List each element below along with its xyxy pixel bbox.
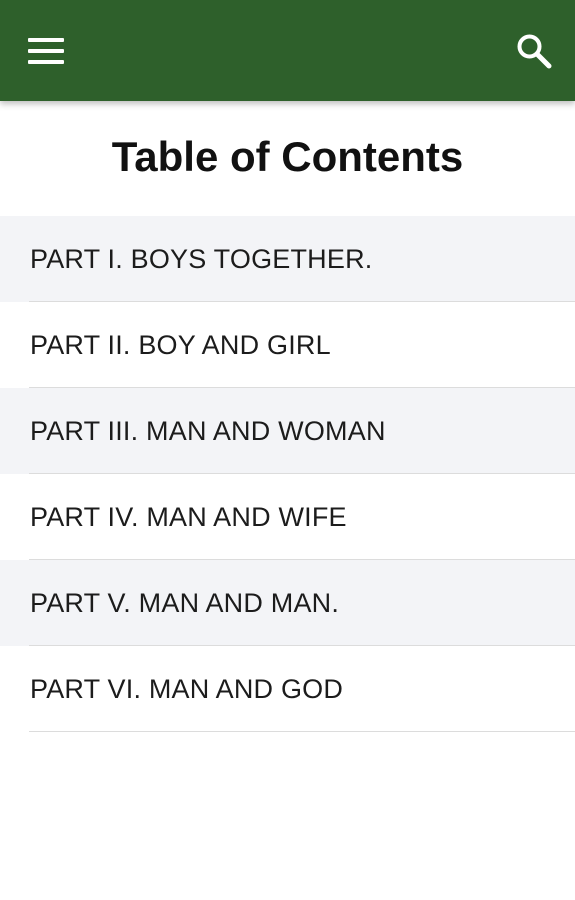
toc-item-part-3[interactable]: PART III. MAN AND WOMAN xyxy=(0,388,575,474)
toc-item-part-2[interactable]: PART II. BOY AND GIRL xyxy=(0,302,575,388)
toc-list: PART I. BOYS TOGETHER. PART II. BOY AND … xyxy=(0,216,575,732)
toc-item-label: PART II. BOY AND GIRL xyxy=(30,329,331,360)
menu-button[interactable] xyxy=(14,24,78,78)
search-button[interactable] xyxy=(507,24,561,78)
app-bar xyxy=(0,0,575,101)
toc-item-part-5[interactable]: PART V. MAN AND MAN. xyxy=(0,560,575,646)
search-icon xyxy=(517,34,552,69)
toc-item-part-4[interactable]: PART IV. MAN AND WIFE xyxy=(0,474,575,560)
toc-item-part-1[interactable]: PART I. BOYS TOGETHER. xyxy=(0,216,575,302)
app-root: Table of Contents PART I. BOYS TOGETHER.… xyxy=(0,0,575,900)
toc-item-label: PART IV. MAN AND WIFE xyxy=(30,501,347,532)
toc-item-part-6[interactable]: PART VI. MAN AND GOD xyxy=(0,646,575,732)
hamburger-menu-icon xyxy=(28,38,64,64)
toc-item-label: PART VI. MAN AND GOD xyxy=(30,673,344,704)
toc-item-label: PART V. MAN AND MAN. xyxy=(30,587,340,618)
toc-item-label: PART I. BOYS TOGETHER. xyxy=(30,243,373,274)
toc-item-label: PART III. MAN AND WOMAN xyxy=(30,415,386,446)
page-title: Table of Contents xyxy=(111,133,464,180)
